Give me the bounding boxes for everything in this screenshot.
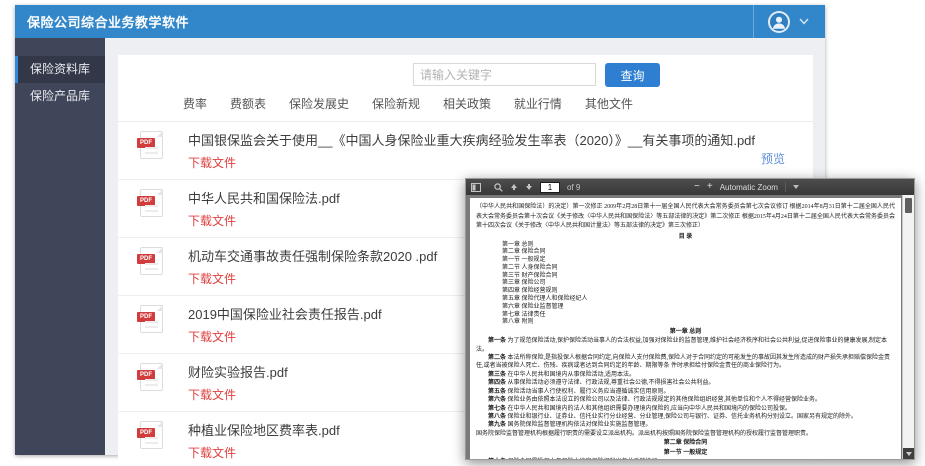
- page-number-input[interactable]: [540, 182, 560, 193]
- pdf-toolbar: of 9 − + Automatic Zoom: [466, 179, 914, 195]
- pdf-text-block: 第六条 保险业务由依照本法设立的保险公司以及法律、行政法规规定的其他保险组织经营…: [476, 396, 895, 404]
- zoom-dropdown-caret-icon[interactable]: [793, 185, 799, 189]
- filter-tab[interactable]: 费率: [183, 95, 207, 112]
- filter-tab[interactable]: 相关政策: [443, 95, 491, 112]
- pdf-text-block: 第六章 保险业监督管理: [476, 304, 895, 312]
- download-link[interactable]: 下载文件: [188, 156, 236, 170]
- pdf-file-icon: PDF: [140, 247, 163, 275]
- page-up-icon[interactable]: [510, 183, 518, 191]
- filter-tab[interactable]: 其他文件: [585, 95, 633, 112]
- filter-tab[interactable]: 费额表: [230, 95, 266, 112]
- zoom-select-divider: [785, 182, 786, 192]
- filter-tabs: 费率 费额表 保险发展史 保险新规 相关政策 就业行情 其他文件: [183, 95, 633, 112]
- sidebar-item[interactable]: 保险产品库: [15, 83, 105, 110]
- filter-tab[interactable]: 保险新规: [372, 95, 420, 112]
- download-link[interactable]: 下载文件: [188, 272, 236, 286]
- search-button[interactable]: 查询: [605, 63, 660, 87]
- pdf-text-block: 第一节 一般规定: [476, 448, 895, 458]
- page-fold: [157, 421, 163, 427]
- zoom-controls: − + Automatic Zoom: [694, 179, 799, 195]
- pdf-text-block: 第二章 保险合同: [476, 249, 895, 257]
- filter-tab[interactable]: 就业行情: [514, 95, 562, 112]
- pdf-text-block: 第二章 保险合同: [476, 438, 895, 448]
- download-link[interactable]: 下载文件: [188, 388, 236, 402]
- page-fold: [157, 305, 163, 311]
- pdf-scrollbar[interactable]: [902, 195, 914, 459]
- page-fold: [157, 247, 163, 253]
- pdf-file-icon: PDF: [140, 421, 163, 449]
- app-title: 保险公司综合业务教学软件: [15, 12, 189, 31]
- pdf-text-block: 第五条 保险活动当事人行使权利、履行义务应当遵循诚实信用原则。: [476, 388, 895, 396]
- page-fold: [157, 131, 163, 137]
- pdf-text-block: 第二条 本法所称保险,是指投保人根据合同约定,向保险人支付保险费,保险人对于合同…: [476, 354, 895, 371]
- pdf-file-icon: PDF: [140, 363, 163, 391]
- pdf-text-block: 第七章 法律责任: [476, 312, 895, 320]
- pdf-text-block: 第三条 在中华人民共和国境内从事保险活动,适用本法。: [476, 371, 895, 379]
- page-total-label: of 9: [567, 183, 580, 192]
- preview-link[interactable]: 预览: [761, 150, 785, 167]
- pdf-text-block: 第八条 保险业和银行业、证券业、信托业实行分业经营、分业管理,保险公司与银行、证…: [476, 413, 895, 421]
- pdf-page: （中华人民共和国保险法）的决定）第一次修正 2009年2月28日第十一届全国人民…: [470, 198, 901, 459]
- page-down-icon[interactable]: [525, 183, 533, 191]
- file-name: 中国银保监会关于使用__《中国人身保险业重大疾病经验发生率表（2020）》__有…: [188, 130, 753, 149]
- pdf-text-block: 第一章 总则: [476, 327, 895, 337]
- pdf-viewer: of 9 − + Automatic Zoom （中华人民共和国保险法）的决定）…: [465, 178, 915, 460]
- pdf-file-icon: PDF: [140, 189, 163, 217]
- pdf-text-block: 第五章 保险代理人和保险经纪人: [476, 296, 895, 304]
- search-row: 查询: [118, 55, 813, 95]
- sidebar: 保险资料库保险产品库: [15, 38, 105, 455]
- pdf-text-block: （中华人民共和国保险法）的决定）第一次修正 2009年2月28日第十一届全国人民…: [476, 203, 895, 232]
- scrollbar-thumb[interactable]: [905, 198, 912, 213]
- zoom-select[interactable]: Automatic Zoom: [720, 183, 778, 192]
- download-link[interactable]: 下载文件: [188, 330, 236, 344]
- zoom-in-button[interactable]: +: [707, 182, 713, 192]
- user-menu[interactable]: [753, 5, 825, 38]
- pdf-text-block: 第四条 从事保险活动必须遵守法律、行政法规,尊重社会公德,不得损害社会公共利益。: [476, 379, 895, 387]
- sidebar-item[interactable]: 保险资料库: [15, 56, 105, 83]
- search-input[interactable]: [413, 63, 596, 86]
- scrollbar-down-button[interactable]: [903, 448, 914, 459]
- zoom-out-button[interactable]: −: [694, 182, 700, 192]
- user-avatar-icon[interactable]: [768, 11, 790, 33]
- page-fold: [157, 363, 163, 369]
- pdf-text-block: 第七条 在中华人民共和国境内的法人和其他组织需要办理境内保险的,应当向中华人民共…: [476, 405, 895, 413]
- search-icon[interactable]: [494, 183, 503, 192]
- pdf-text-block: 第四章 保险经营规则: [476, 288, 895, 296]
- pdf-file-icon: PDF: [140, 131, 163, 159]
- pdf-text-block: 国务院保险监督管理机构根据履行职责的需要设立派出机构。派出机构按照国务院保险监督…: [476, 430, 895, 438]
- pdf-text-block: 第一条 为了规范保险活动,保护保险活动当事人的合法权益,加强对保险业的监督管理,…: [476, 337, 895, 354]
- pdf-text-block: 第九条 国务院保险监督管理机构依法对保险业实施监督管理。: [476, 421, 895, 429]
- pdf-text-block: 第八章 附则: [476, 319, 895, 327]
- sidebar-toggle-icon[interactable]: [471, 183, 481, 192]
- pdf-text-block: 目 录: [476, 232, 895, 242]
- pdf-text-block: 第二节 人身保险合同: [476, 265, 895, 273]
- download-link[interactable]: 下载文件: [188, 214, 236, 228]
- page-fold: [157, 189, 163, 195]
- pdf-content-area[interactable]: （中华人民共和国保险法）的决定）第一次修正 2009年2月28日第十一届全国人民…: [466, 195, 914, 459]
- pdf-file-icon: PDF: [140, 305, 163, 333]
- screenshot-canvas: 保险公司综合业务教学软件 保险资料库保险产品库: [0, 0, 925, 466]
- pdf-text-block: 第一节 一般规定: [476, 257, 895, 265]
- app-header: 保险公司综合业务教学软件: [15, 5, 825, 38]
- filter-tabs-row: 费率 费额表 保险发展史 保险新规 相关政策 就业行情 其他文件: [118, 95, 813, 122]
- file-row: PDF 中国银保监会关于使用__《中国人身保险业重大疾病经验发生率表（2020）》…: [118, 122, 813, 180]
- filter-tab[interactable]: 保险发展史: [289, 95, 349, 112]
- download-link[interactable]: 下载文件: [188, 446, 236, 460]
- pdf-text-block: 第十条 保险合同是投保人与保险人约定保险权利义务关系的协议。: [476, 458, 895, 459]
- chevron-down-icon[interactable]: [799, 18, 809, 25]
